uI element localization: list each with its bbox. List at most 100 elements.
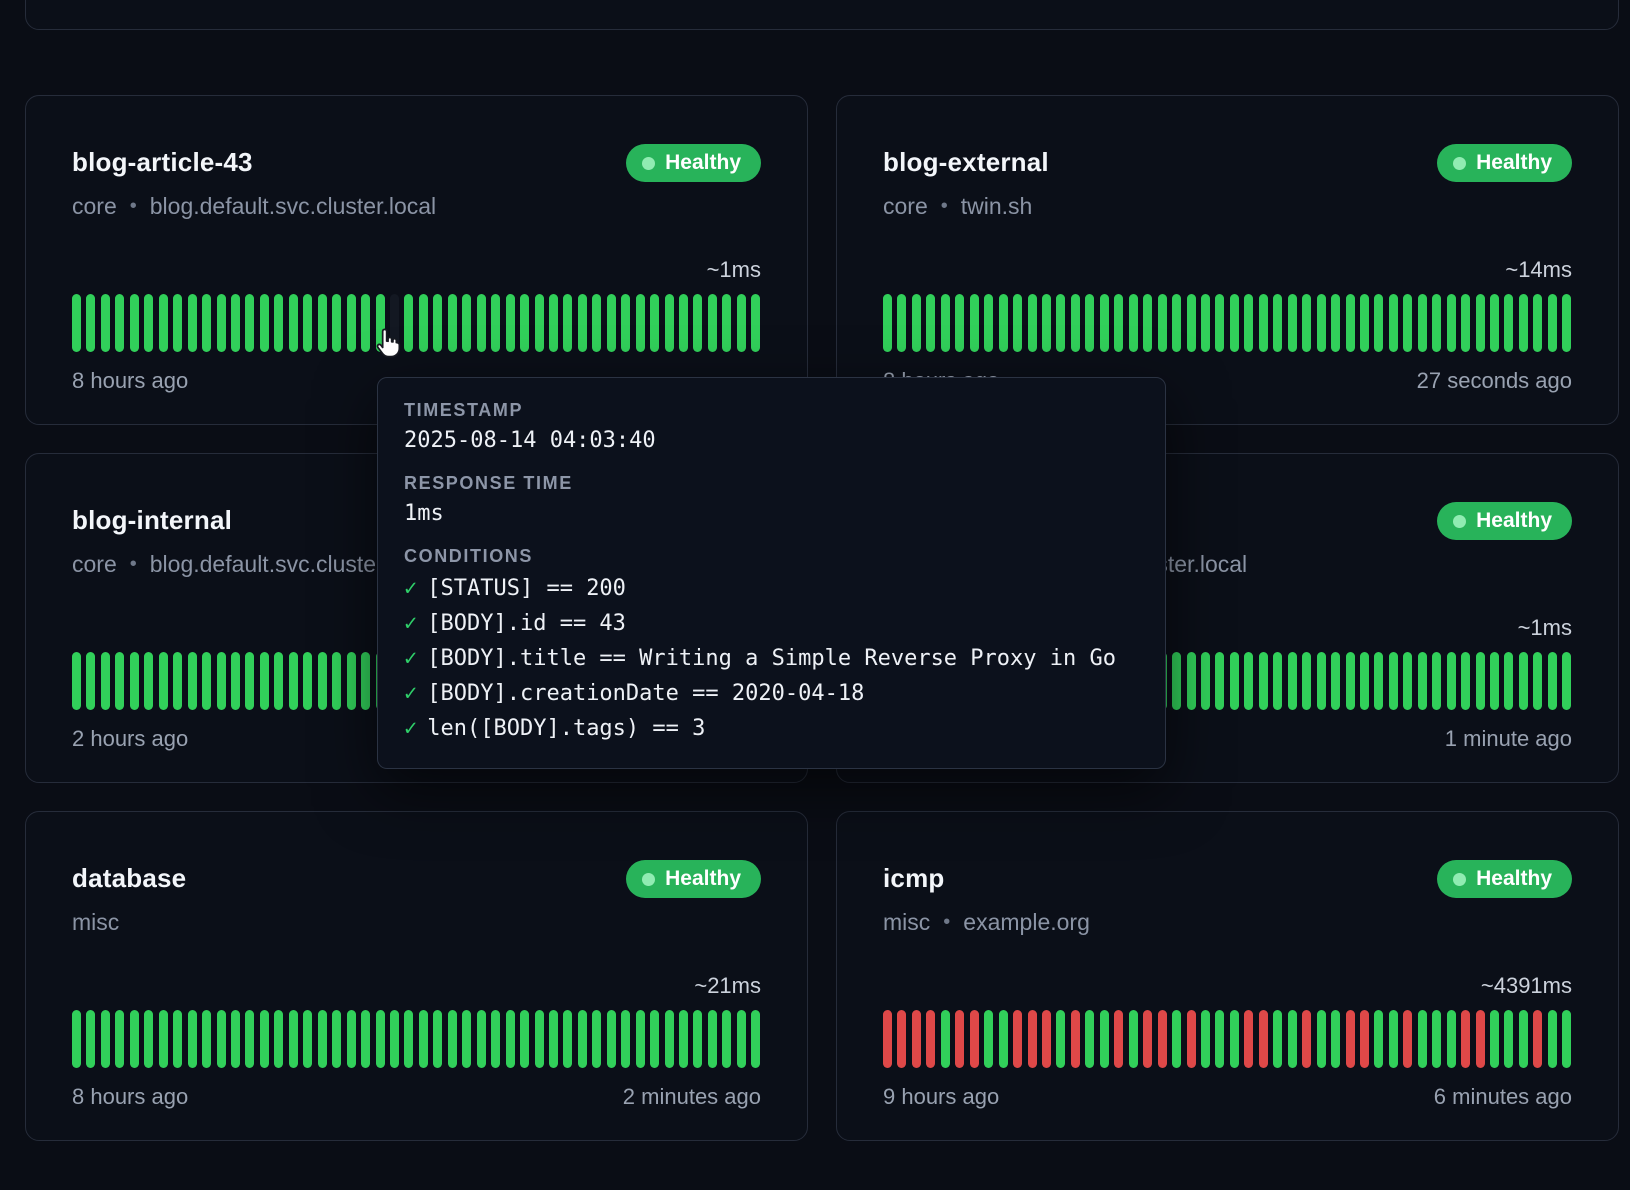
uptime-bar[interactable]: [1432, 1010, 1441, 1068]
uptime-bar[interactable]: [751, 294, 760, 352]
uptime-bar[interactable]: [535, 294, 544, 352]
uptime-bar[interactable]: [592, 1010, 601, 1068]
uptime-bar[interactable]: [491, 1010, 500, 1068]
uptime-bar[interactable]: [1288, 294, 1297, 352]
uptime-bar[interactable]: [926, 294, 935, 352]
uptime-bar[interactable]: [1085, 1010, 1094, 1068]
uptime-bar[interactable]: [883, 1010, 892, 1068]
uptime-bar[interactable]: [332, 652, 341, 710]
endpoint-card[interactable]: icmp Healthy misc • example.org ~4391ms …: [836, 811, 1619, 1141]
uptime-bar[interactable]: [491, 294, 500, 352]
uptime-bar[interactable]: [1447, 294, 1456, 352]
uptime-bar[interactable]: [1331, 294, 1340, 352]
uptime-bar[interactable]: [1302, 294, 1311, 352]
uptime-bar[interactable]: [1013, 294, 1022, 352]
uptime-bar[interactable]: [1172, 294, 1181, 352]
uptime-bar[interactable]: [390, 294, 399, 352]
uptime-bar[interactable]: [347, 1010, 356, 1068]
uptime-bar[interactable]: [376, 1010, 385, 1068]
uptime-bar[interactable]: [404, 294, 413, 352]
uptime-bar[interactable]: [984, 1010, 993, 1068]
uptime-bar[interactable]: [506, 1010, 515, 1068]
uptime-bar[interactable]: [245, 652, 254, 710]
uptime-bar[interactable]: [1244, 1010, 1253, 1068]
uptime-bar[interactable]: [883, 294, 892, 352]
uptime-bar[interactable]: [332, 294, 341, 352]
uptime-bar[interactable]: [1447, 652, 1456, 710]
uptime-bar[interactable]: [217, 294, 226, 352]
uptime-bar[interactable]: [217, 1010, 226, 1068]
uptime-bar[interactable]: [941, 294, 950, 352]
uptime-bar[interactable]: [1317, 1010, 1326, 1068]
uptime-bar[interactable]: [188, 1010, 197, 1068]
uptime-bar[interactable]: [535, 1010, 544, 1068]
uptime-bar[interactable]: [897, 1010, 906, 1068]
uptime-bar[interactable]: [1042, 294, 1051, 352]
uptime-bar[interactable]: [1461, 294, 1470, 352]
uptime-bar[interactable]: [1403, 1010, 1412, 1068]
uptime-bar[interactable]: [86, 1010, 95, 1068]
uptime-bar[interactable]: [347, 294, 356, 352]
uptime-bar[interactable]: [737, 294, 746, 352]
uptime-bar[interactable]: [941, 1010, 950, 1068]
uptime-bar[interactable]: [1490, 294, 1499, 352]
uptime-bar[interactable]: [462, 294, 471, 352]
uptime-bar[interactable]: [1360, 294, 1369, 352]
uptime-bar[interactable]: [1071, 294, 1080, 352]
uptime-bar[interactable]: [1533, 652, 1542, 710]
uptime-bar[interactable]: [563, 294, 572, 352]
uptime-bar[interactable]: [1201, 294, 1210, 352]
uptime-bar[interactable]: [477, 294, 486, 352]
uptime-bar[interactable]: [1288, 1010, 1297, 1068]
uptime-bar[interactable]: [650, 294, 659, 352]
uptime-bar[interactable]: [1100, 294, 1109, 352]
uptime-bar[interactable]: [999, 1010, 1008, 1068]
uptime-bar[interactable]: [897, 294, 906, 352]
uptime-bar[interactable]: [231, 294, 240, 352]
uptime-bar[interactable]: [1201, 1010, 1210, 1068]
uptime-bar[interactable]: [549, 294, 558, 352]
uptime-bar[interactable]: [1476, 294, 1485, 352]
uptime-bar[interactable]: [1432, 294, 1441, 352]
uptime-bar[interactable]: [477, 1010, 486, 1068]
uptime-bar[interactable]: [520, 294, 529, 352]
uptime-bar[interactable]: [1389, 652, 1398, 710]
uptime-bar[interactable]: [1346, 652, 1355, 710]
uptime-bar[interactable]: [1346, 294, 1355, 352]
uptime-bar[interactable]: [1317, 294, 1326, 352]
uptime-bar[interactable]: [1331, 652, 1340, 710]
uptime-bar[interactable]: [318, 294, 327, 352]
uptime-bar[interactable]: [260, 1010, 269, 1068]
uptime-bar[interactable]: [419, 1010, 428, 1068]
uptime-bar[interactable]: [1114, 1010, 1123, 1068]
uptime-bar[interactable]: [912, 1010, 921, 1068]
uptime-bar[interactable]: [86, 652, 95, 710]
uptime-bar[interactable]: [289, 652, 298, 710]
uptime-bar[interactable]: [520, 1010, 529, 1068]
endpoint-card[interactable]: blog-external Healthy core • twin.sh ~14…: [836, 95, 1619, 425]
uptime-bar[interactable]: [1215, 1010, 1224, 1068]
uptime-bar[interactable]: [1504, 652, 1513, 710]
uptime-bar[interactable]: [1374, 652, 1383, 710]
uptime-bar[interactable]: [1187, 652, 1196, 710]
uptime-bar[interactable]: [347, 652, 356, 710]
uptime-bar[interactable]: [1259, 652, 1268, 710]
uptime-bar[interactable]: [1548, 1010, 1557, 1068]
uptime-bar[interactable]: [693, 294, 702, 352]
endpoint-card[interactable]: blog-article-43 Healthy core • blog.defa…: [25, 95, 808, 425]
uptime-bar[interactable]: [1129, 1010, 1138, 1068]
uptime-bar[interactable]: [159, 294, 168, 352]
partial-card-above[interactable]: [25, 0, 1619, 30]
uptime-bar[interactable]: [433, 1010, 442, 1068]
uptime-bar[interactable]: [708, 294, 717, 352]
uptime-bar[interactable]: [217, 652, 226, 710]
uptime-bar[interactable]: [1201, 652, 1210, 710]
uptime-bar[interactable]: [274, 1010, 283, 1068]
uptime-bar[interactable]: [1158, 1010, 1167, 1068]
uptime-bar[interactable]: [462, 1010, 471, 1068]
uptime-bar[interactable]: [679, 1010, 688, 1068]
uptime-bar[interactable]: [1562, 1010, 1571, 1068]
uptime-bar[interactable]: [144, 1010, 153, 1068]
uptime-bar[interactable]: [361, 1010, 370, 1068]
uptime-bar[interactable]: [1461, 652, 1470, 710]
